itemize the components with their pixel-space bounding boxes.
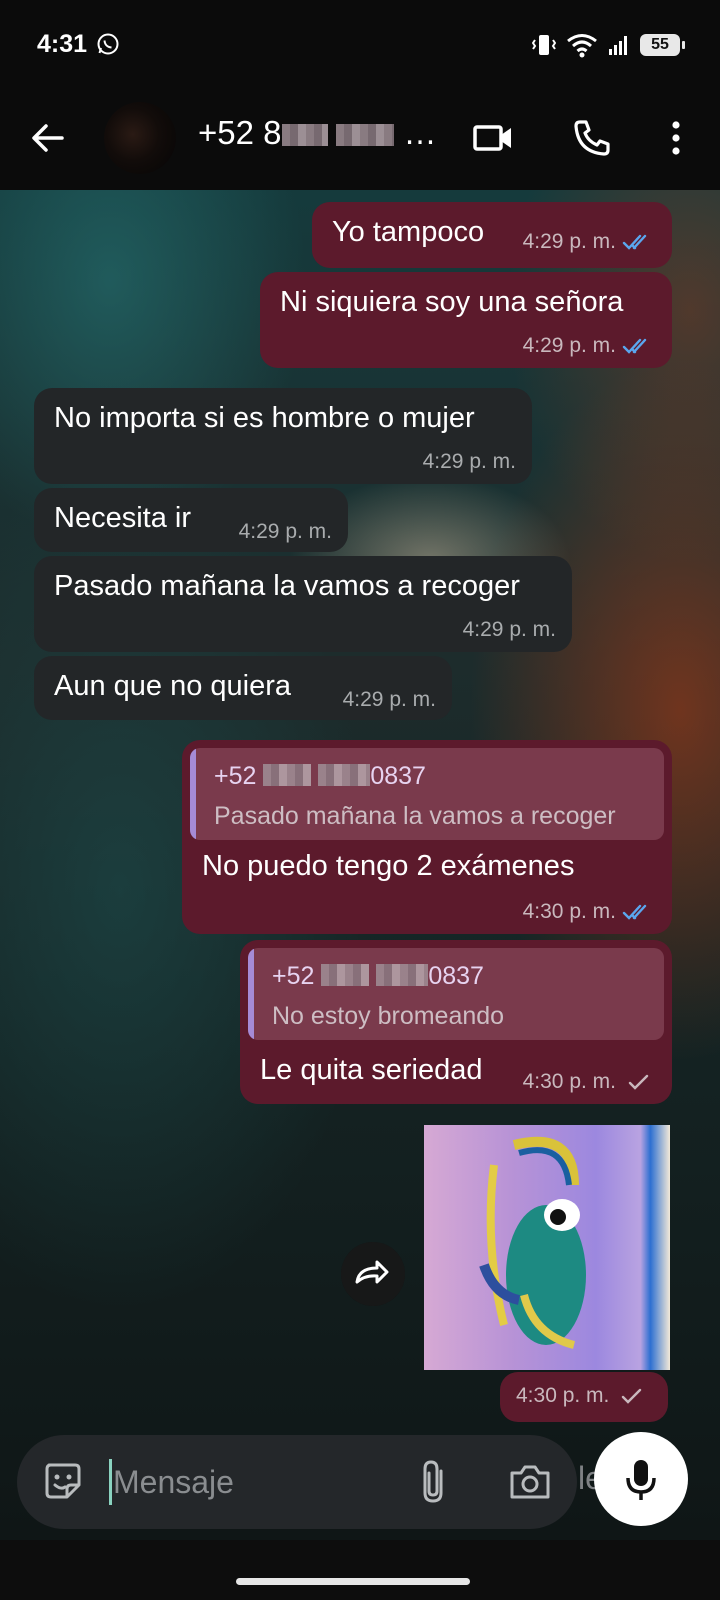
attach-clip-icon[interactable] — [413, 1457, 457, 1507]
sticker-image[interactable] — [424, 1125, 670, 1370]
battery-icon: 55 — [640, 34, 685, 56]
message-outgoing[interactable]: Yo tampoco 4:29 p. m. — [312, 202, 672, 268]
message-outgoing[interactable]: Ni siquiera soy una señora 4:29 p. m. — [260, 272, 672, 368]
message-text: Ni siquiera soy una señora — [280, 286, 624, 318]
quoted-sender-suffix: 0837 — [370, 762, 426, 790]
contact-name[interactable]: +52 80... — [198, 114, 438, 158]
message-incoming[interactable]: No importa si es hombre o mujer 4:29 p. … — [34, 388, 532, 484]
single-check-icon — [628, 1074, 649, 1090]
quoted-text: Pasado mañana la vamos a recoger — [214, 802, 616, 830]
message-time: 4:29 p. m. — [522, 334, 616, 357]
quote-bar — [190, 748, 196, 840]
chat-area[interactable]: Yo tampoco 4:29 p. m. Ni siquiera soy un… — [0, 190, 720, 1540]
text-cursor — [109, 1459, 112, 1505]
message-incoming[interactable]: Aun que no quiera 4:29 p. m. — [34, 656, 452, 720]
whatsapp-icon — [97, 33, 119, 55]
message-text: Aun que no quiera — [54, 670, 292, 702]
message-text: No puedo tengo 2 exámenes — [202, 850, 575, 882]
redacted-number — [335, 124, 394, 146]
single-check-icon — [622, 1388, 642, 1404]
mic-icon — [626, 1460, 656, 1500]
double-check-read-icon — [622, 904, 647, 920]
message-composer — [17, 1435, 577, 1529]
message-outgoing-reply[interactable]: +52 0837 No estoy bromeando Le quita ser… — [240, 940, 672, 1104]
voice-record-button[interactable] — [594, 1432, 688, 1526]
message-text: Necesita ir — [54, 502, 191, 534]
message-meta: 4:29 p. m. — [523, 230, 656, 254]
message-text: No importa si es hombre o mujer — [54, 402, 475, 434]
quoted-message[interactable]: +52 0837 Pasado mañana la vamos a recoge… — [190, 748, 664, 840]
message-meta: 4:30 p. m. — [516, 1384, 649, 1408]
status-bar: 4:31 55 — [0, 0, 720, 92]
contact-name-prefix: +52 8 — [198, 114, 282, 151]
forward-share-icon[interactable] — [341, 1242, 405, 1306]
quoted-sender-prefix: +52 — [214, 762, 257, 790]
message-meta: 4:29 p. m. — [523, 334, 656, 358]
home-indicator — [236, 1578, 470, 1585]
message-incoming[interactable]: Necesita ir 4:29 p. m. — [34, 488, 348, 552]
quoted-sender: +52 0837 — [272, 962, 484, 991]
quoted-sender: +52 0837 — [214, 762, 426, 791]
redacted-number — [376, 964, 429, 986]
chat-header: +52 80... — [0, 92, 720, 190]
redacted-number — [318, 764, 371, 786]
redacted-number — [281, 124, 328, 146]
sticker-emoji-icon[interactable] — [41, 1459, 85, 1503]
sticker-meta-pill: 4:30 p. m. — [500, 1372, 668, 1422]
quoted-sender-suffix: 0837 — [428, 962, 484, 990]
quoted-sender-prefix: +52 — [272, 962, 315, 990]
message-time: 4:29 p. m. — [462, 618, 556, 641]
redacted-number — [263, 764, 312, 786]
message-meta: 4:30 p. m. — [523, 900, 656, 924]
fish-sticker-art — [479, 1136, 586, 1349]
status-indicators: 55 — [532, 30, 685, 60]
message-time: 4:30 p. m. — [516, 1384, 610, 1407]
contact-avatar[interactable] — [104, 102, 176, 174]
message-meta: 4:29 p. m. — [423, 450, 516, 474]
more-vert-icon[interactable] — [652, 114, 700, 162]
camera-icon[interactable] — [507, 1459, 553, 1505]
message-text: Pasado mañana la vamos a recoger — [54, 570, 520, 602]
message-time: 4:30 p. m. — [522, 1070, 616, 1093]
message-meta: 4:29 p. m. — [343, 688, 436, 712]
back-arrow-icon[interactable] — [24, 114, 72, 162]
signal-icon — [609, 36, 627, 55]
quote-bar — [248, 948, 254, 1040]
message-text: Yo tampoco — [332, 216, 485, 248]
message-time: 4:29 p. m. — [422, 450, 516, 473]
message-text: Le quita seriedad — [260, 1054, 483, 1086]
message-incoming[interactable]: Pasado mañana la vamos a recoger 4:29 p.… — [34, 556, 572, 652]
status-time: 4:31 — [37, 30, 88, 58]
message-time: 4:29 p. m. — [342, 688, 436, 711]
phone-icon[interactable] — [568, 114, 616, 162]
wifi-icon — [567, 34, 597, 58]
message-time: 4:29 p. m. — [238, 520, 332, 543]
message-meta: 4:29 p. m. — [463, 618, 556, 642]
video-call-icon[interactable] — [470, 114, 518, 162]
message-time: 4:29 p. m. — [522, 230, 616, 253]
redacted-number — [321, 964, 370, 986]
message-time: 4:30 p. m. — [522, 900, 616, 923]
vibrate-icon — [532, 35, 556, 55]
message-input[interactable] — [113, 1457, 393, 1507]
quoted-text: No estoy bromeando — [272, 1002, 505, 1030]
double-check-read-icon — [622, 234, 647, 250]
message-meta: 4:29 p. m. — [239, 520, 332, 544]
message-outgoing-reply[interactable]: +52 0837 Pasado mañana la vamos a recoge… — [182, 740, 672, 934]
double-check-read-icon — [622, 338, 647, 354]
message-meta: 4:30 p. m. — [523, 1070, 656, 1094]
quoted-message[interactable]: +52 0837 No estoy bromeando — [248, 948, 664, 1040]
